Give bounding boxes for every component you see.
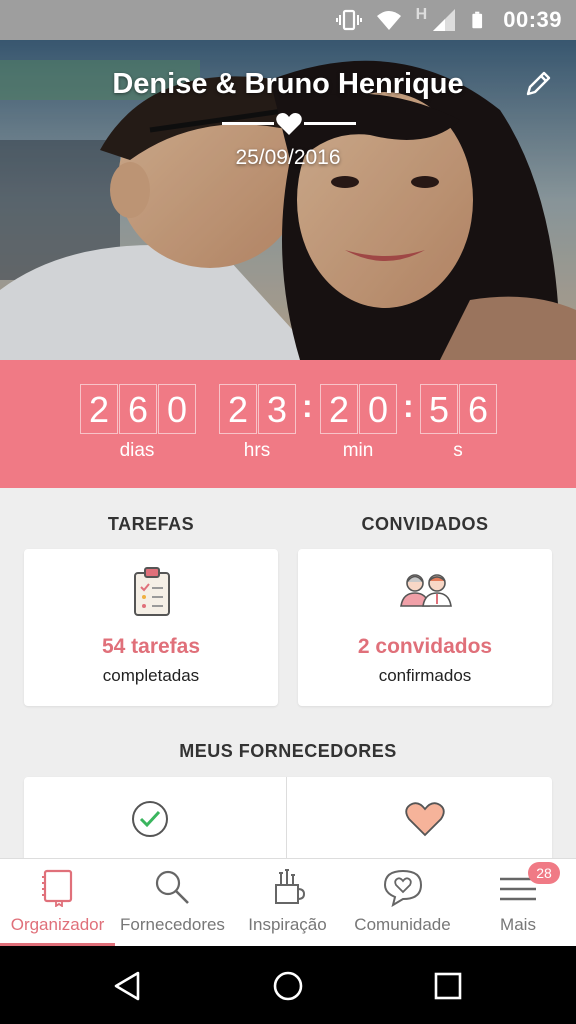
- vibrate-icon: [335, 9, 362, 31]
- countdown-digit: 6: [119, 384, 157, 434]
- wedding-date: 25/09/2016: [235, 146, 341, 169]
- notification-badge: 28: [528, 862, 560, 884]
- nav-label: Comunidade: [354, 915, 451, 934]
- seconds-label: s: [453, 440, 463, 461]
- days-label: dias: [119, 440, 155, 461]
- signal-icon: [433, 9, 456, 31]
- nav-label: Inspiração: [248, 915, 327, 934]
- guests-section-title: CONVIDADOS: [361, 514, 489, 534]
- recents-icon[interactable]: [432, 970, 464, 1002]
- countdown-digit: 2: [80, 384, 118, 434]
- couple-photo-header[interactable]: Denise & Bruno Henrique 25/09/2016: [0, 40, 576, 360]
- countdown-panel: 2 6 0 dias 2 3 hrs : 2 0 min : 5 6 s: [0, 360, 576, 488]
- guests-couple-icon: [400, 574, 452, 607]
- guests-count: 2 convidados: [357, 635, 493, 658]
- tasks-section-title: TAREFAS: [107, 514, 195, 534]
- tasks-card[interactable]: 54 tarefas completadas: [24, 549, 278, 706]
- countdown-separator: :: [403, 388, 414, 424]
- countdown-digit: 0: [158, 384, 196, 434]
- nav-fornecedores[interactable]: Fornecedores: [115, 859, 230, 947]
- network-type-label: H: [415, 6, 428, 23]
- pencil-edit-icon[interactable]: [522, 68, 554, 100]
- nav-label: Mais: [500, 915, 536, 934]
- wifi-icon: [376, 11, 401, 30]
- clock: 00:39: [503, 7, 562, 32]
- divider-right: [304, 122, 356, 125]
- guests-card[interactable]: 2 convidados confirmados: [298, 549, 552, 706]
- nav-organizador[interactable]: Organizador: [0, 859, 115, 947]
- guests-subtitle: confirmados: [378, 666, 472, 685]
- nav-comunidade[interactable]: Comunidade: [345, 859, 460, 947]
- countdown-digit: 2: [320, 384, 358, 434]
- chat-heart-icon: [383, 869, 423, 907]
- vendors-section-title: MEUS FORNECEDORES: [179, 741, 397, 761]
- countdown-separator: :: [302, 388, 313, 424]
- countdown-digit: 2: [219, 384, 257, 434]
- app-screen: H 00:39 Denise & Bruno Henrique 25/09/20…: [0, 0, 576, 1024]
- divider-left: [222, 122, 274, 125]
- heart-icon: [405, 802, 445, 837]
- countdown-digit: 0: [359, 384, 397, 434]
- countdown-digit: 6: [459, 384, 497, 434]
- tasks-subtitle: completadas: [102, 666, 200, 685]
- notebook-icon: [42, 869, 73, 907]
- bottom-navigation: Organizador Fornecedores Inspiração Comu…: [0, 858, 576, 947]
- couple-names: Denise & Bruno Henrique: [112, 68, 464, 100]
- nav-label: Organizador: [10, 915, 105, 934]
- hours-label: hrs: [243, 440, 271, 461]
- countdown-digit: 5: [420, 384, 458, 434]
- tasks-count: 54 tarefas: [101, 635, 201, 658]
- battery-icon: [472, 11, 483, 29]
- clipboard-checklist-icon: [134, 567, 170, 616]
- nav-inspiracao[interactable]: Inspiração: [230, 859, 345, 947]
- brushes-icon: [275, 869, 306, 904]
- status-bar: H 00:39: [0, 0, 576, 40]
- minutes-label: min: [342, 440, 374, 461]
- countdown-digit: 3: [258, 384, 296, 434]
- home-icon[interactable]: [272, 970, 304, 1002]
- back-icon[interactable]: [112, 970, 144, 1002]
- heart-icon: [276, 113, 302, 135]
- search-icon: [155, 870, 189, 904]
- check-circle-icon: [132, 801, 168, 837]
- system-navigation-bar: [0, 946, 576, 1024]
- nav-label: Fornecedores: [120, 915, 225, 934]
